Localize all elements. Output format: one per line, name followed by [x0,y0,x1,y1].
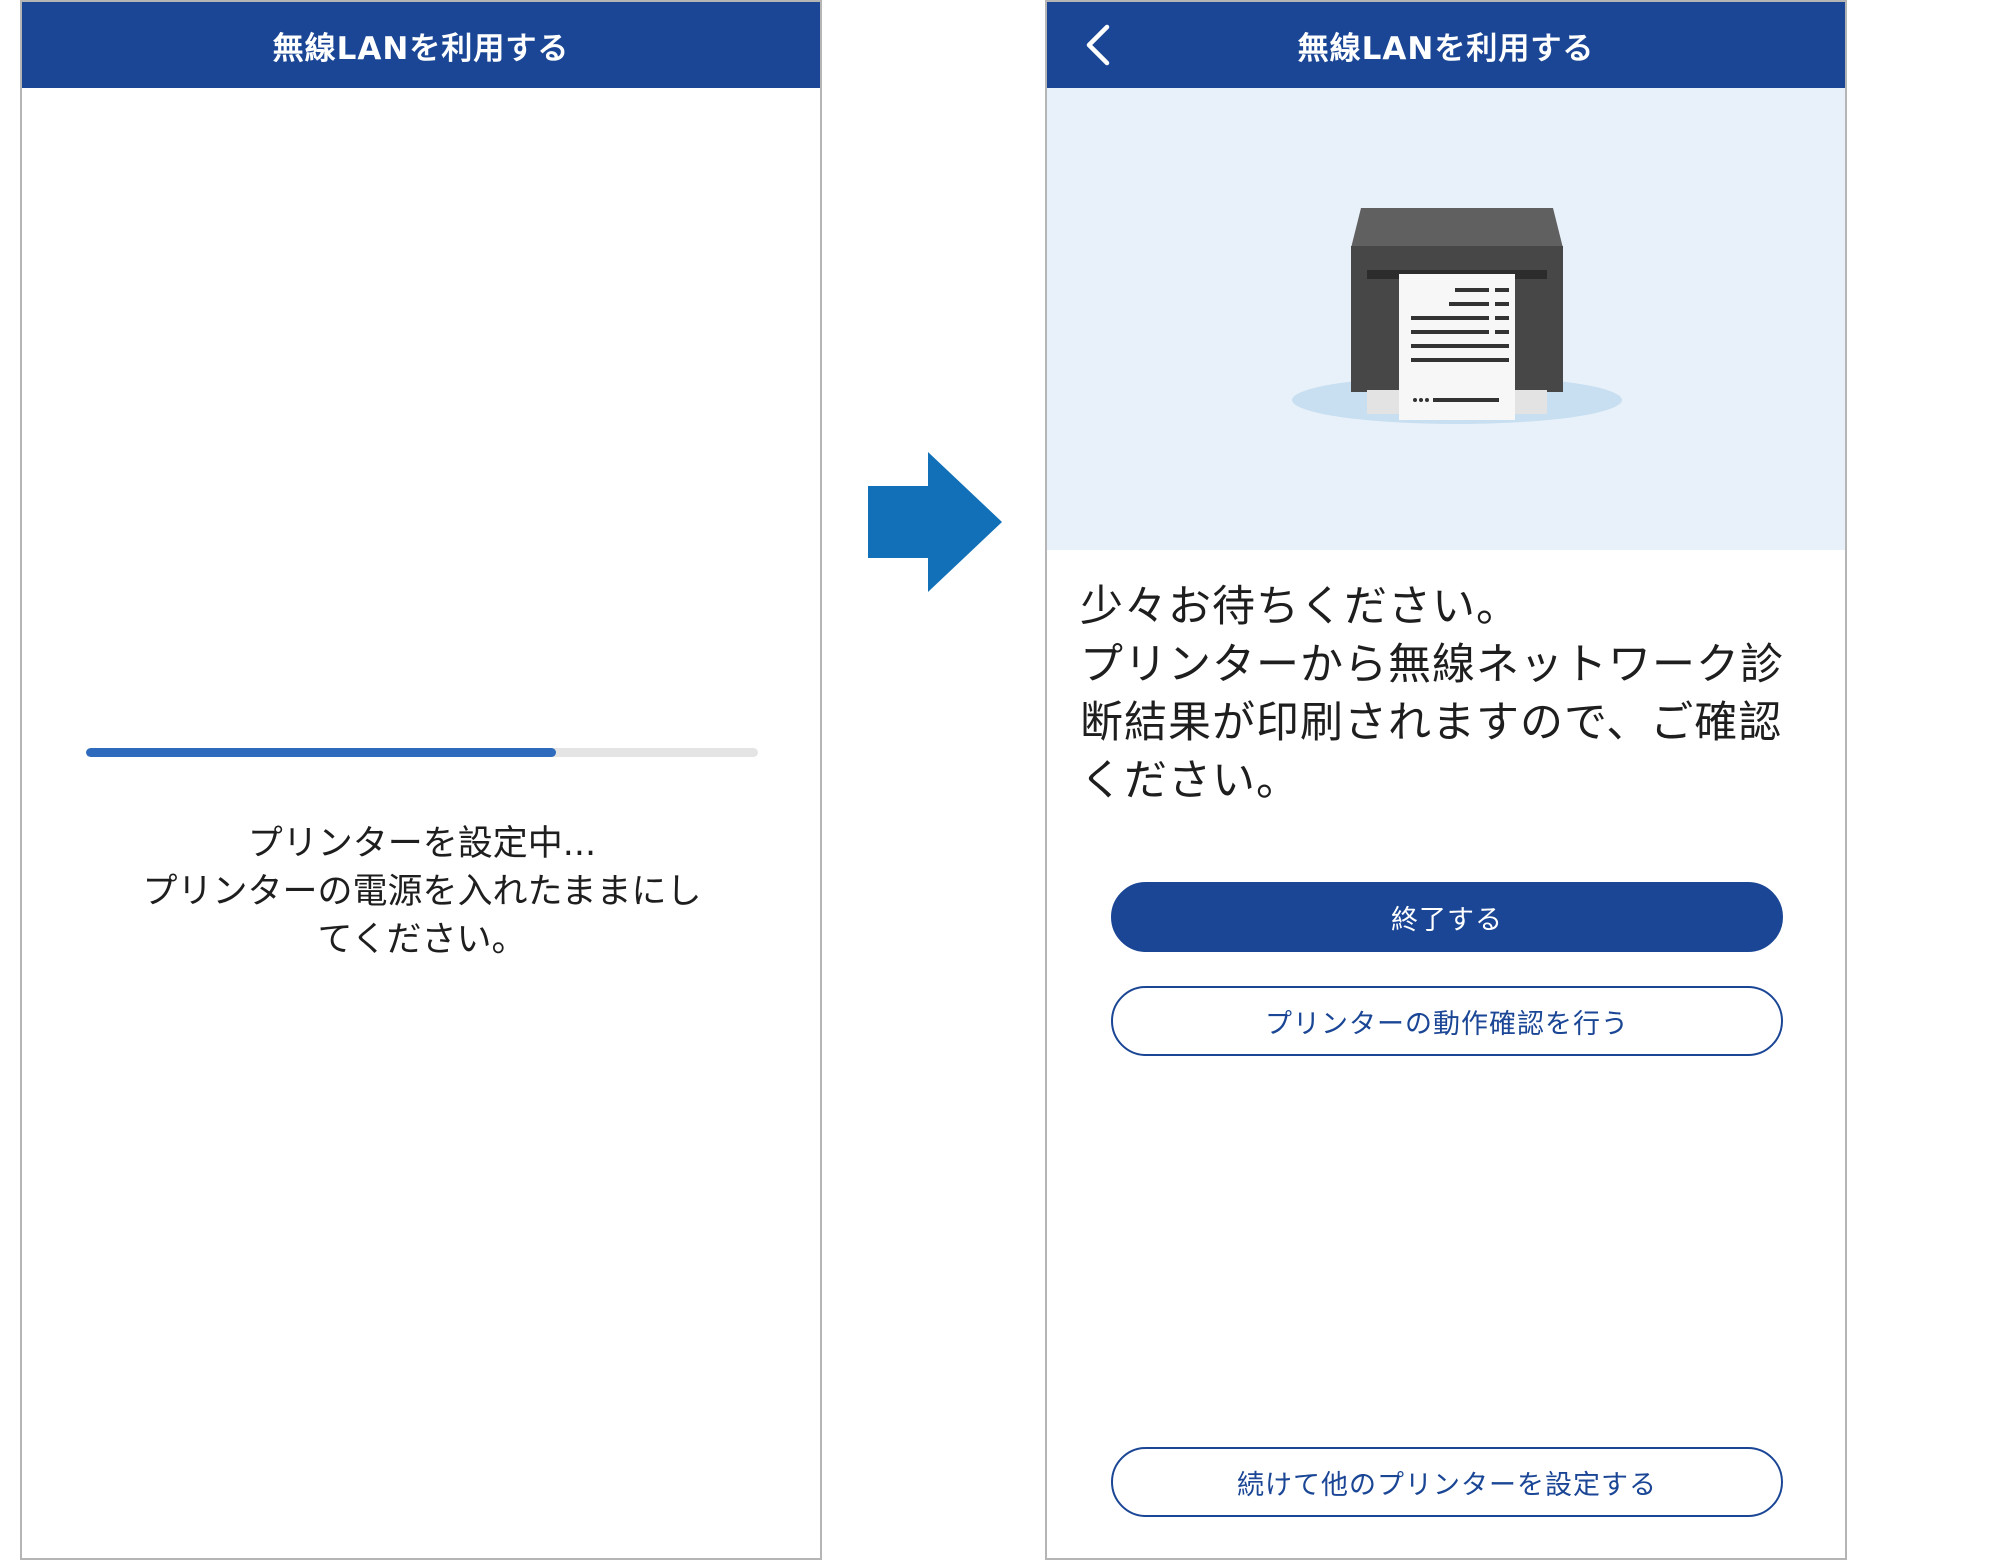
chevron-left-icon[interactable] [1075,19,1127,71]
print-diagnosis-screen: 無線LANを利用する 少々お待ちください。 プリンターから無線ネットワーク診 断… [1045,0,1847,1560]
progress-bar-fill [86,748,557,757]
finish-button[interactable]: 終了する [1111,882,1783,952]
message-line: 少々お待ちください。 [1080,582,1520,632]
message-line: ください。 [1080,756,1300,806]
header-bar: 無線LANを利用する [22,2,820,88]
header-bar: 無線LANを利用する [1047,2,1845,88]
status-line: プリンターの電源を入れたままにし [142,872,702,912]
status-message: プリンターを設定中... プリンターの電源を入れたままにし てください。 [62,820,782,964]
message-line: プリンターから無線ネットワーク診 [1080,640,1784,690]
right-arrow-icon [868,452,1002,592]
status-line: プリンターを設定中... [247,824,597,864]
setup-another-printer-button[interactable]: 続けて他のプリンターを設定する [1111,1447,1783,1517]
setup-progress-screen: 無線LANを利用する プリンターを設定中... プリンターの電源を入れたままにし… [20,0,822,1560]
check-printer-button[interactable]: プリンターの動作確認を行う [1111,986,1783,1056]
printer-icon [1292,208,1622,424]
header-title: 無線LANを利用する [1297,30,1595,67]
status-line: てください。 [317,920,527,960]
header-title: 無線LANを利用する [272,30,570,67]
wait-message: 少々お待ちください。 プリンターから無線ネットワーク診 断結果が印刷されますので… [1080,578,1820,810]
message-line: 断結果が印刷されますので、ご確認 [1080,698,1783,748]
progress-bar [86,748,758,757]
printer-illustration-area [1047,88,1845,550]
